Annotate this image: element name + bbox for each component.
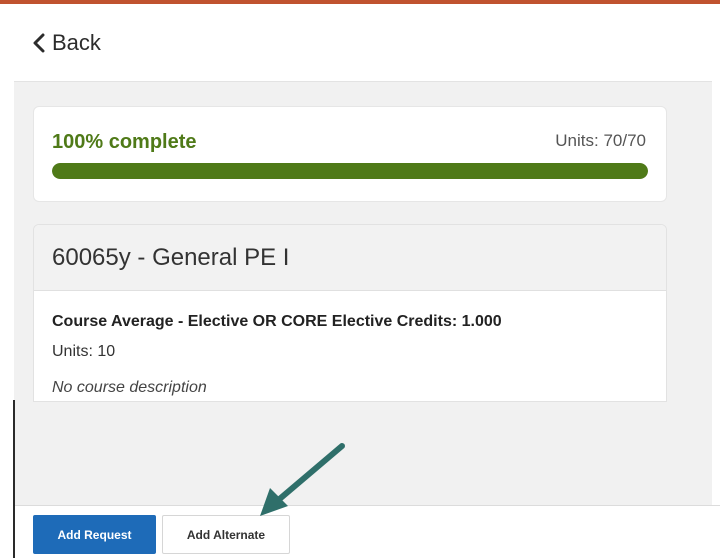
course-description: No course description — [52, 379, 207, 396]
back-label: Back — [52, 29, 101, 55]
left-edge — [0, 4, 14, 558]
course-average: Course Average - Elective OR CORE Electi… — [52, 313, 502, 330]
page-header: Back — [14, 4, 712, 82]
right-edge — [712, 4, 720, 558]
chevron-left-icon — [33, 33, 45, 52]
course-title: 60065y - General PE I — [34, 225, 666, 291]
progress-bar-fill — [52, 163, 648, 179]
add-request-button[interactable]: Add Request — [33, 515, 156, 554]
back-link[interactable]: Back — [32, 30, 101, 56]
progress-card: 100% complete Units: 70/70 — [33, 106, 667, 202]
progress-bar — [52, 163, 648, 179]
units-label: Units: 70/70 — [555, 131, 646, 150]
course-body: Course Average - Elective OR CORE Electi… — [34, 291, 666, 397]
footer-action-bar: Add Request Add Alternate — [15, 505, 720, 558]
course-card: 60065y - General PE I Course Average - E… — [33, 224, 667, 402]
course-units: Units: 10 — [52, 343, 116, 360]
add-alternate-button[interactable]: Add Alternate — [162, 515, 290, 554]
progress-label: 100% complete — [52, 131, 197, 153]
